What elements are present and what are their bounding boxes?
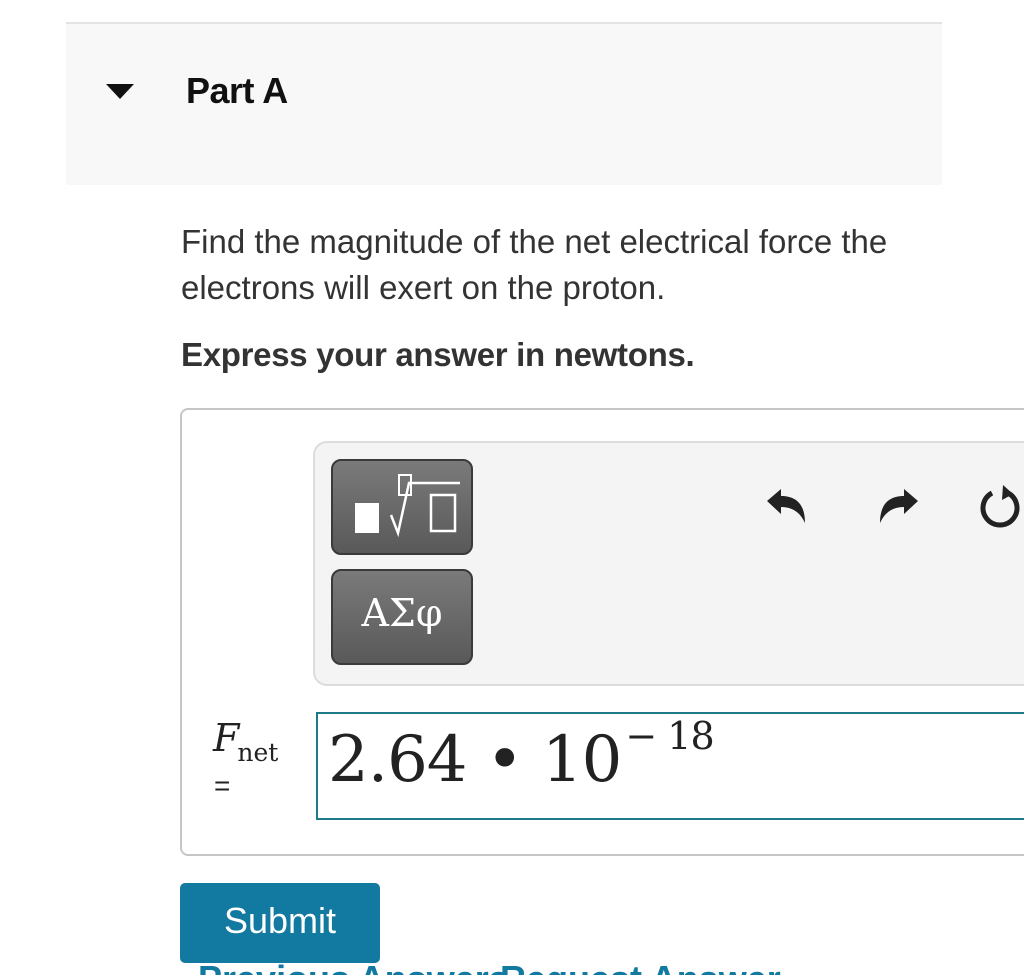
equals-sign: = (214, 770, 231, 801)
symbols-button[interactable]: ΑΣφ (331, 569, 473, 665)
previous-answers-link[interactable]: Previous Answers (198, 958, 509, 975)
variable-symbol: F (213, 716, 240, 760)
templates-sqrt-icon (355, 474, 460, 538)
page: Part A Find the magnitude of the net ele… (0, 0, 1024, 975)
undo-icon[interactable] (763, 483, 813, 533)
answer-mantissa: 2.64 • 10 (328, 723, 622, 797)
caret-down-icon[interactable] (106, 84, 134, 99)
answer-instruction: Express your answer in newtons. (181, 336, 695, 373)
answer-variable-label: Fnet (213, 716, 280, 767)
variable-subscript: net (237, 738, 279, 767)
templates-button[interactable] (331, 459, 473, 555)
submit-button[interactable]: Submit (180, 883, 380, 963)
answer-value[interactable]: 2.64 • 10− 18 (328, 714, 715, 797)
answer-exponent: − 18 (625, 714, 714, 758)
redo-icon[interactable] (872, 483, 922, 533)
symbols-label: ΑΣφ (361, 591, 443, 635)
part-title: Part A (186, 70, 288, 111)
question-text: Find the magnitude of the net electrical… (181, 223, 888, 306)
reset-icon[interactable] (975, 483, 1024, 533)
request-answer-link[interactable]: Request Answer (500, 958, 781, 975)
